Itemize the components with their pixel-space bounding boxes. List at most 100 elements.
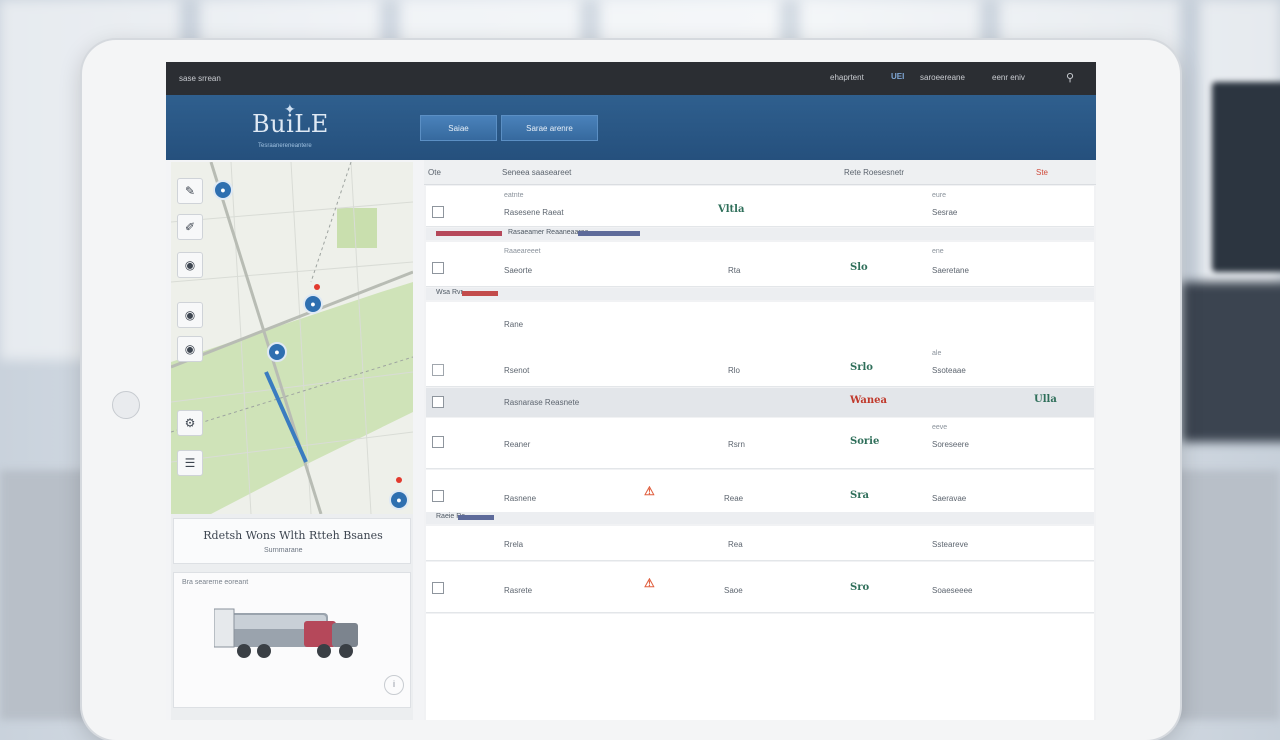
eye-icon[interactable]: ◉	[177, 252, 203, 278]
group-divider: Wsa Rvr	[426, 288, 1094, 300]
row-value: Reae	[724, 494, 744, 503]
table-empty-area	[426, 614, 1094, 720]
pin-icon-2[interactable]: ◉	[177, 336, 203, 362]
left-panel: ✎ ✐ ◉ ◉ ◉ ⚙ ☰ ● ● ● ● Rdetsh Wons Wlth R…	[171, 162, 413, 720]
row-right-sub: ene	[932, 248, 944, 255]
shipment-table: Ote Seneea saaseareet Rete Roesesnetr St…	[424, 160, 1096, 720]
row-checkbox[interactable]	[432, 490, 444, 502]
truck-image	[214, 608, 358, 658]
status-chip: Wanea	[850, 395, 887, 406]
row-name: Rasrete	[504, 586, 533, 595]
row-name: Rsenot	[504, 366, 530, 375]
tablet-home-button[interactable]	[112, 391, 140, 419]
group-label: Wsa Rvr	[436, 289, 463, 296]
table-row[interactable]: Rane Rsenot Rlo Srlo ale Ssoteaae	[426, 302, 1094, 387]
row-value: Rta	[728, 266, 741, 275]
row-value: Rsrn	[728, 440, 745, 449]
row-right: Soaeseeee	[932, 586, 973, 595]
map-marker-red-2	[396, 477, 402, 483]
status-chip: Sra	[850, 490, 869, 501]
row-value: Rea	[728, 540, 743, 549]
group-label: Rasaeamer Reaaneaaree	[508, 229, 589, 236]
row-subtitle: Rane	[504, 320, 524, 329]
search-icon[interactable]: ⚲	[1066, 71, 1074, 84]
row-name: Rasnene	[504, 494, 537, 503]
row-name: Saeorte	[504, 266, 533, 275]
header-button-2[interactable]: Sarae arenre	[501, 115, 598, 141]
map-pin-icon[interactable]: ●	[303, 294, 323, 314]
row-right: Soreseere	[932, 440, 969, 449]
row-right-sub: ale	[932, 350, 942, 357]
table-row[interactable]: Rrela Rea Ssteareve	[426, 526, 1094, 561]
app-screen: sase srrean ehaprtent UEI saroeereane ee…	[166, 62, 1096, 720]
table-row[interactable]: Rasrete ⚠ Saoe Sro Soaeseeee	[426, 562, 1094, 613]
map-pin-icon[interactable]: ●	[267, 342, 287, 362]
status-chip-right: Ulla	[1034, 394, 1057, 405]
settings-icon[interactable]: ⚙	[177, 410, 203, 436]
row-right: Saeravae	[932, 494, 967, 503]
table-row[interactable]: Raaeareeet Saeorte Rta Slo ene Saeretane	[426, 242, 1094, 287]
row-checkbox[interactable]	[432, 364, 444, 376]
truck-card-caption: Bra searerne eoreant	[182, 579, 249, 586]
route-card-title: Rdetsh Wons Wlth Rtteh Bsanes	[203, 529, 383, 542]
pin-icon[interactable]: ◉	[177, 302, 203, 328]
route-map[interactable]: ✎ ✐ ◉ ◉ ◉ ⚙ ☰ ● ● ● ●	[171, 162, 413, 514]
background-monitor	[1212, 82, 1280, 272]
background-desk	[1182, 282, 1280, 442]
row-right-sub: eeve	[932, 424, 948, 431]
map-marker-red	[314, 284, 320, 290]
table-header: Ote Seneea saaseareet Rete Roesesnetr St…	[424, 160, 1096, 185]
topbar-user[interactable]: eenr eniv	[992, 73, 1025, 82]
row-checkbox[interactable]	[432, 206, 444, 218]
row-value: Rlo	[728, 366, 741, 375]
status-chip: Srlo	[850, 362, 873, 373]
pencil-icon[interactable]: ✐	[177, 214, 203, 240]
row-right-sub: eure	[932, 192, 947, 199]
table-row[interactable]: Reaner Rsrn Sorie eeve Soreseere	[426, 418, 1094, 469]
row-right: Ssoteaae	[932, 366, 966, 375]
row-name: Rasesene Raeat	[504, 208, 564, 217]
topbar-link-3[interactable]: saroeereane	[920, 73, 965, 82]
alert-icon[interactable]: ⚠	[644, 576, 655, 590]
column-header[interactable]: Seneea saaseareet	[502, 168, 571, 177]
status-chip: Slo	[850, 262, 868, 273]
topbar-link-1[interactable]: ehaprtent	[830, 73, 864, 82]
app-logo[interactable]: BuiLE	[252, 110, 329, 138]
park-block	[337, 208, 377, 248]
table-row-selected[interactable]: Rasnarase Reasnete Wanea Ulla	[426, 388, 1094, 417]
header-button-1[interactable]: Saiae	[420, 115, 497, 141]
app-header: ✦ BuiLE Tesraanereneantere Saiae Sarae a…	[166, 95, 1096, 160]
topbar-title: sase srrean	[179, 74, 221, 83]
info-icon[interactable]: i	[384, 675, 404, 695]
route-card[interactable]: Rdetsh Wons Wlth Rtteh Bsanes Surnmarane	[173, 518, 411, 564]
map-canvas	[171, 162, 413, 514]
status-chip: Sorie	[850, 436, 880, 447]
map-pin-icon[interactable]: ●	[389, 490, 409, 510]
row-name: Rrela	[504, 540, 524, 549]
pen-icon[interactable]: ✎	[177, 178, 203, 204]
logo-subtitle: Tesraanereneantere	[258, 143, 312, 149]
layers-icon[interactable]: ☰	[177, 450, 203, 476]
column-header[interactable]: Ote	[428, 168, 441, 177]
row-name: Rasnarase Reasnete	[504, 398, 580, 407]
table-row[interactable]: eatnte Rasesene Raeat Vltla eure Sesrae	[426, 186, 1094, 227]
map-pin-icon[interactable]: ●	[213, 180, 233, 200]
truck-card[interactable]: Bra searerne eoreant i	[173, 572, 411, 708]
group-divider: Raeie Re	[426, 512, 1094, 524]
row-checkbox[interactable]	[432, 436, 444, 448]
topbar-link-2[interactable]: UEI	[891, 72, 904, 81]
route-card-subtitle: Surnmarane	[264, 547, 303, 554]
row-right: Sesrae	[932, 208, 958, 217]
row-subtitle: eatnte	[504, 192, 524, 199]
table-row[interactable]: Rasnene ⚠ Reae Sra Saeravae	[426, 470, 1094, 517]
column-header[interactable]: Ste	[1036, 168, 1048, 177]
row-checkbox[interactable]	[432, 396, 444, 408]
row-value: Saoe	[724, 586, 743, 595]
row-right: Ssteareve	[932, 540, 969, 549]
column-header[interactable]: Rete Roesesnetr	[844, 168, 904, 177]
alert-icon[interactable]: ⚠	[644, 484, 655, 498]
row-checkbox[interactable]	[432, 262, 444, 274]
row-checkbox[interactable]	[432, 582, 444, 594]
row-subtitle: Raaeareeet	[504, 248, 541, 255]
status-chip: Vltla	[718, 204, 745, 215]
